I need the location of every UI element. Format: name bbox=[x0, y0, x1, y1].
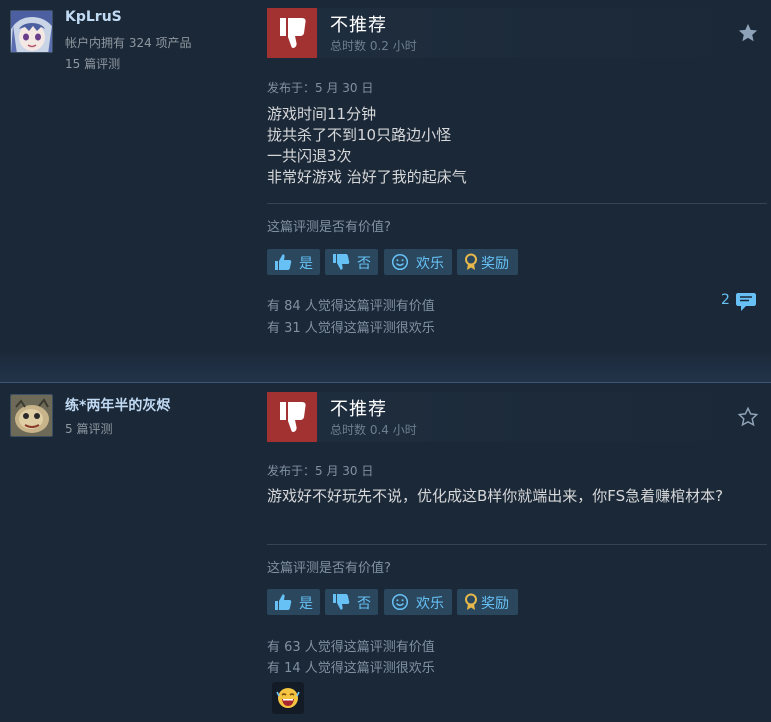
award-ribbon-icon bbox=[465, 593, 477, 610]
username[interactable]: 练*两年半的灰烬 bbox=[65, 395, 170, 415]
review-line: 游戏时间11分钟 bbox=[267, 105, 377, 123]
verdict-title: 不推荐 bbox=[330, 399, 387, 420]
thumbs-down-icon bbox=[333, 254, 350, 270]
laughing-face-award-icon[interactable] bbox=[272, 682, 304, 714]
verdict-title: 不推荐 bbox=[330, 15, 387, 36]
vote-funny-button[interactable]: 欢乐 bbox=[384, 589, 452, 615]
posted-date: 发布于：5 月 30 日 bbox=[267, 464, 374, 478]
verdict-header[interactable]: 不推荐 总时数 0.4 小时 bbox=[267, 392, 767, 442]
funny-count: 有 14 人觉得这篇评测很欢乐 bbox=[267, 661, 435, 676]
vote-funny-button[interactable]: 欢乐 bbox=[384, 249, 452, 275]
award-button[interactable]: 奖励 bbox=[457, 589, 518, 615]
award-button[interactable]: 奖励 bbox=[457, 249, 518, 275]
helpful-question: 这篇评测是否有价值? bbox=[267, 561, 391, 576]
vote-no-button[interactable]: 否 bbox=[325, 249, 378, 275]
divider bbox=[267, 544, 767, 545]
review-card: 练*两年半的灰烬 5 篇评测 不推荐 总时数 0.4 小时 发布于：5 月 30… bbox=[0, 382, 771, 722]
comment-count: 2 bbox=[721, 292, 730, 308]
thumbs-down-icon bbox=[267, 8, 317, 58]
review-separator bbox=[0, 350, 771, 383]
review-line: 拢共杀了不到10只路边小怪 bbox=[267, 126, 452, 144]
review-line: 游戏好不好玩先不说，优化成这B样你就端出来，你FS急着赚棺材本? bbox=[267, 487, 724, 505]
star-outline-icon bbox=[737, 406, 759, 428]
thumbs-down-icon bbox=[267, 392, 317, 442]
posted-date: 发布于：5 月 30 日 bbox=[267, 81, 374, 95]
vote-yes-label: 是 bbox=[299, 596, 313, 612]
thumbs-up-icon bbox=[275, 254, 292, 270]
award-label: 奖励 bbox=[481, 256, 509, 272]
thumbs-up-icon bbox=[275, 594, 292, 610]
review-card: KpLruS 帐户内拥有 324 项产品 15 篇评测 不推荐 总时数 0.2 … bbox=[0, 0, 771, 350]
products-owned[interactable]: 帐户内拥有 324 项产品 bbox=[65, 34, 192, 51]
award-ribbon-icon bbox=[465, 253, 477, 270]
review-text: 游戏好不好玩先不说，优化成这B样你就端出来，你FS急着赚棺材本? bbox=[267, 486, 757, 507]
divider bbox=[267, 203, 767, 204]
comment-bubble-icon bbox=[736, 293, 756, 311]
smiley-icon bbox=[391, 593, 409, 611]
vote-funny-label: 欢乐 bbox=[416, 596, 444, 612]
vote-yes-label: 是 bbox=[299, 256, 313, 272]
vote-yes-button[interactable]: 是 bbox=[267, 249, 320, 275]
avatar[interactable] bbox=[10, 394, 53, 437]
vote-no-label: 否 bbox=[357, 256, 371, 272]
vote-funny-label: 欢乐 bbox=[416, 256, 444, 272]
avatar[interactable] bbox=[10, 10, 53, 53]
vote-yes-button[interactable]: 是 bbox=[267, 589, 320, 615]
award-label: 奖励 bbox=[481, 596, 509, 612]
smiley-icon bbox=[391, 253, 409, 271]
review-text: 游戏时间11分钟 拢共杀了不到10只路边小怪 一共闪退3次 非常好游戏 治好了我… bbox=[267, 104, 467, 188]
helpful-question: 这篇评测是否有价值? bbox=[267, 220, 391, 235]
reviews-count[interactable]: 5 篇评测 bbox=[65, 420, 112, 437]
thumbs-down-icon bbox=[333, 594, 350, 610]
star-icon bbox=[737, 22, 759, 44]
verdict-header[interactable]: 不推荐 总时数 0.2 小时 bbox=[267, 8, 767, 58]
funny-count: 有 31 人觉得这篇评测很欢乐 bbox=[267, 321, 435, 336]
reviews-count[interactable]: 15 篇评测 bbox=[65, 55, 120, 72]
playtime: 总时数 0.2 小时 bbox=[330, 39, 417, 53]
helpful-count: 有 63 人觉得这篇评测有价值 bbox=[267, 640, 435, 655]
review-line: 非常好游戏 治好了我的起床气 bbox=[267, 168, 467, 186]
playtime: 总时数 0.4 小时 bbox=[330, 423, 417, 437]
username[interactable]: KpLruS bbox=[65, 9, 122, 25]
vote-no-button[interactable]: 否 bbox=[325, 589, 378, 615]
review-line: 一共闪退3次 bbox=[267, 147, 352, 165]
helpful-count: 有 84 人觉得这篇评测有价值 bbox=[267, 299, 435, 314]
vote-no-label: 否 bbox=[357, 596, 371, 612]
